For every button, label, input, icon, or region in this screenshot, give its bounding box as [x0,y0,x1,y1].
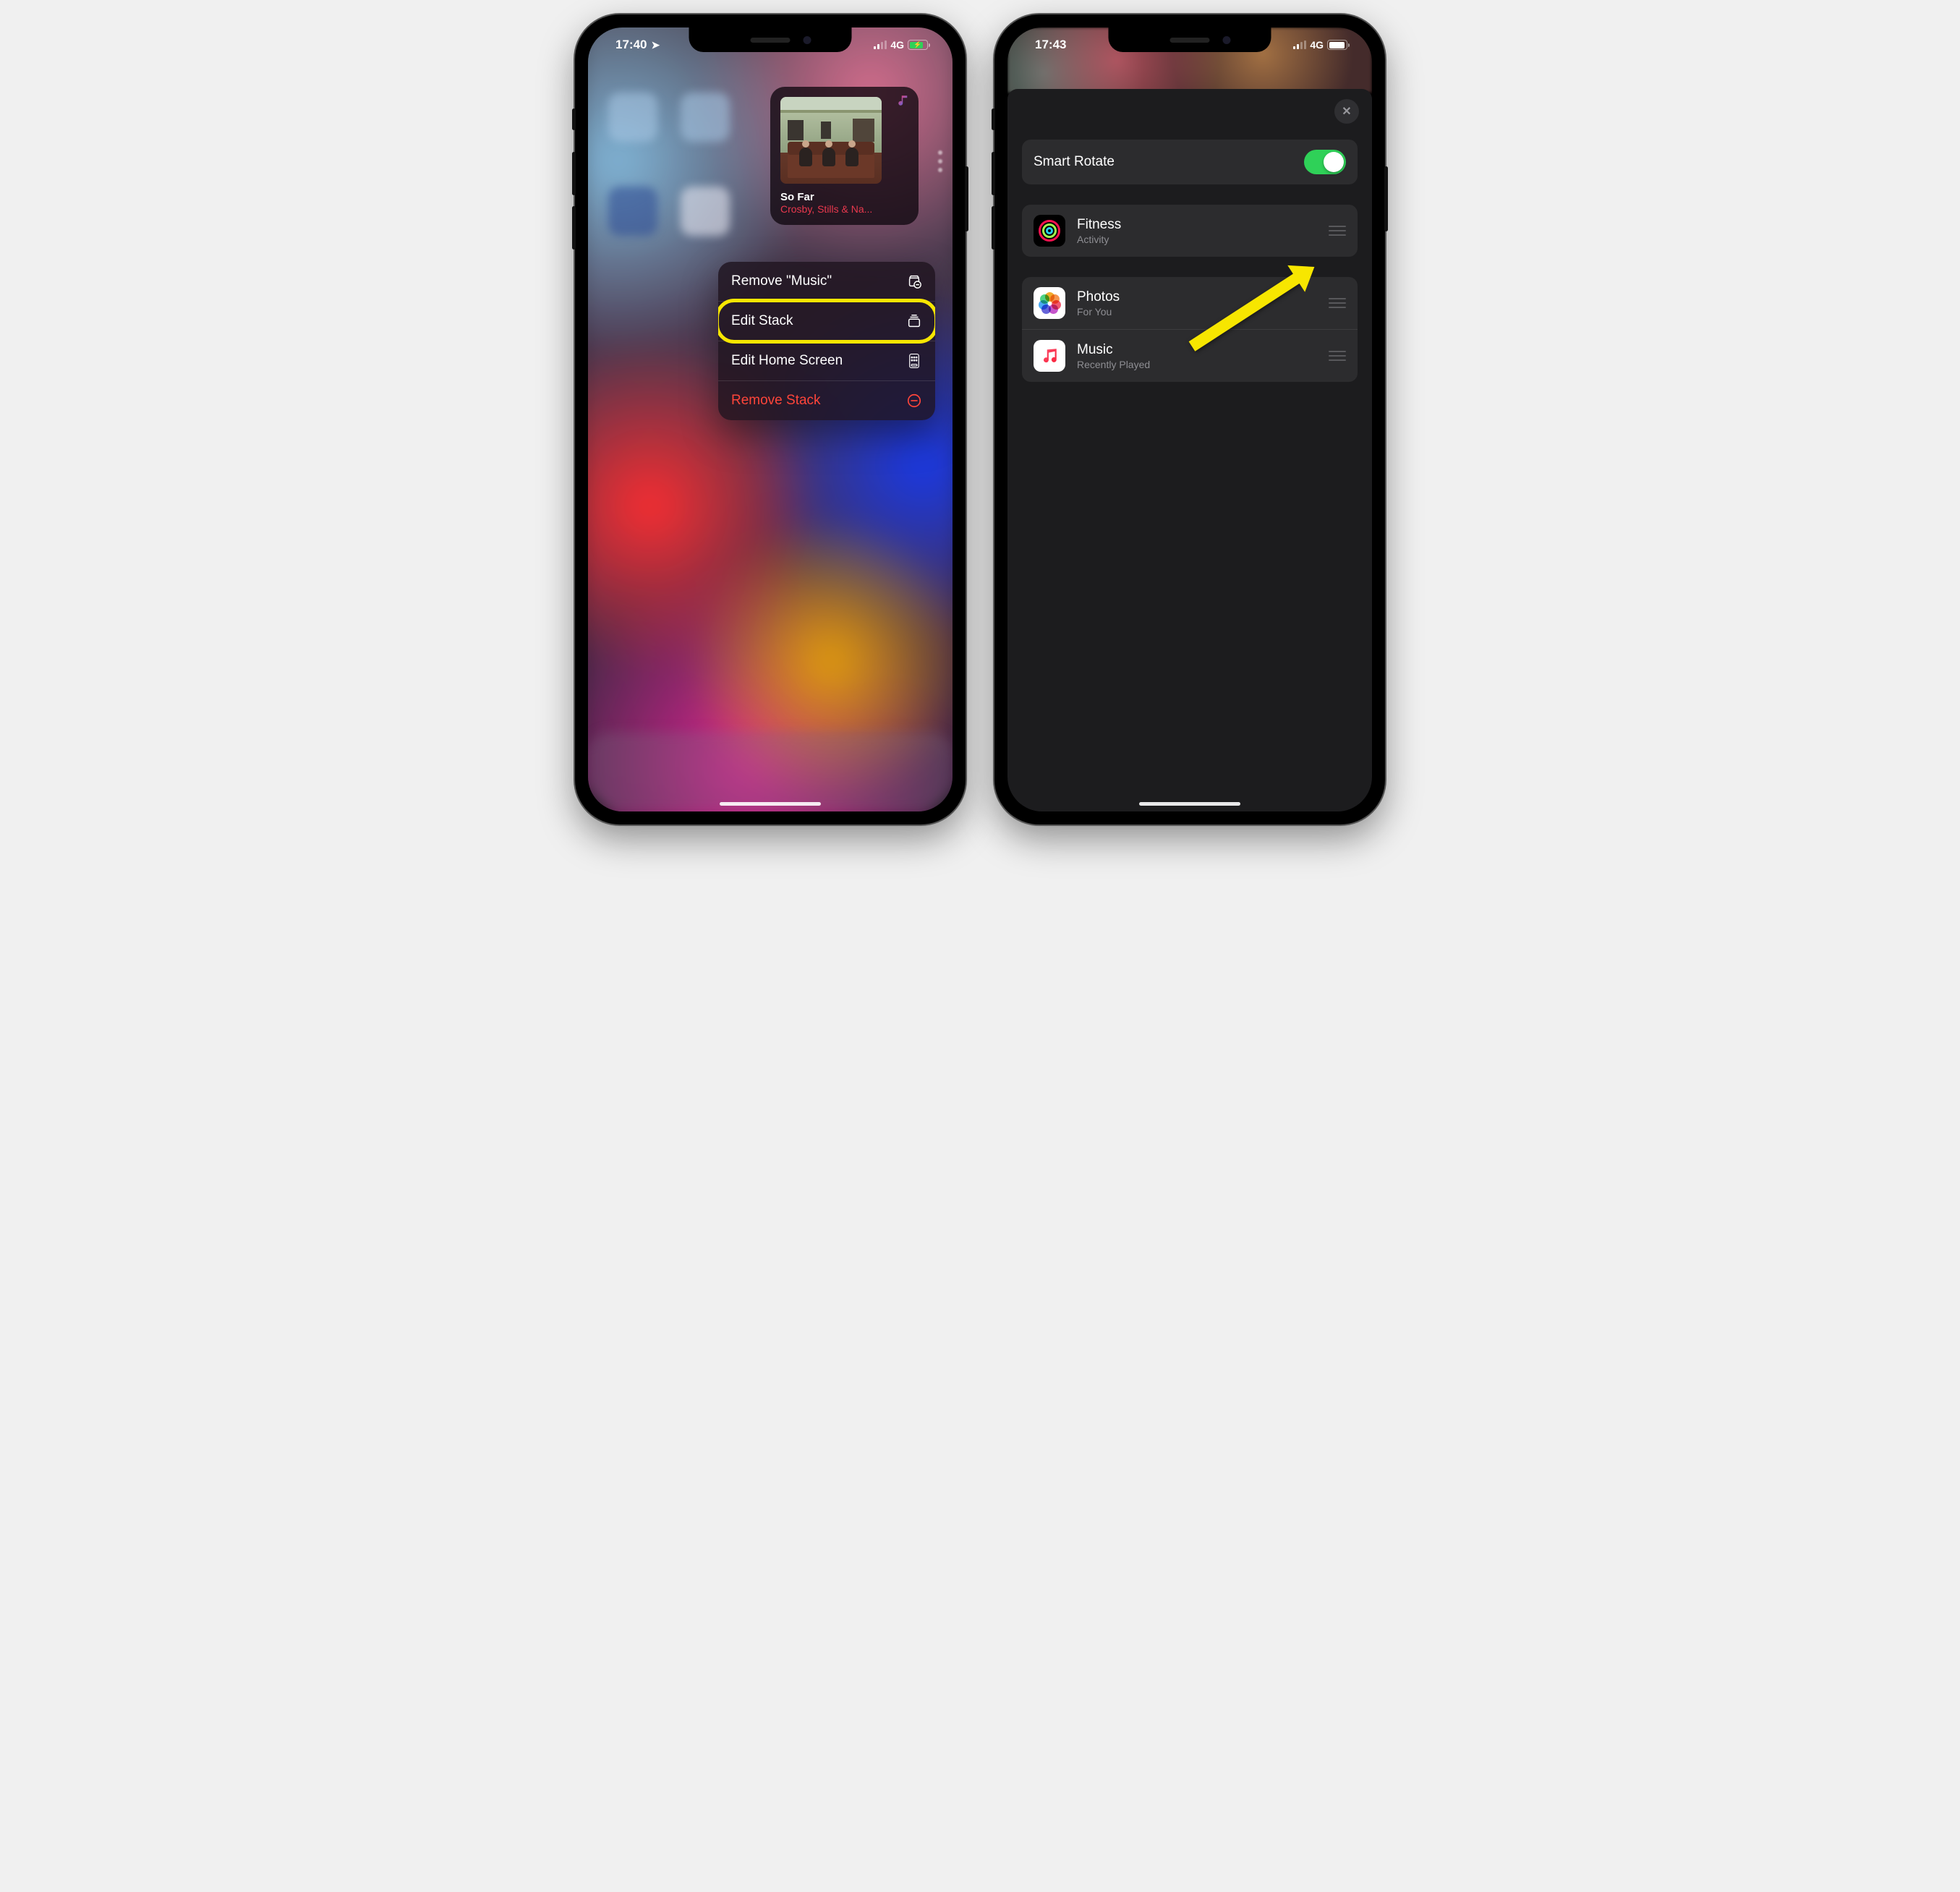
menu-label: Edit Stack [731,313,793,329]
track-title: So Far [780,191,908,203]
menu-remove-music[interactable]: Remove "Music" [718,262,935,302]
network-label: 4G [890,39,904,51]
signal-icon [1293,41,1307,49]
menu-edit-home[interactable]: Edit Home Screen [718,341,935,381]
smart-rotate-row[interactable]: Smart Rotate [1022,140,1358,184]
drag-handle-icon[interactable] [1329,298,1346,309]
edit-stack-sheet: ✕ Smart Rotate Fitness Activity [1007,89,1372,811]
music-icon [1034,340,1065,372]
drag-handle-icon[interactable] [1329,226,1346,236]
home-indicator[interactable] [1139,802,1240,806]
phone-right: 17:43 4G ✕ Smart Rotate [994,14,1385,824]
stack-item-fitness[interactable]: Fitness Activity [1022,205,1358,257]
homescreen-icon [906,353,922,369]
menu-edit-stack[interactable]: Edit Stack [718,302,935,341]
music-widget[interactable]: So Far Crosby, Stills & Na... [770,87,919,225]
status-time: 17:43 [1035,38,1066,52]
stack-icon [906,313,922,329]
remove-widget-icon [906,273,922,289]
music-app-icon [897,94,910,111]
signal-icon [874,41,887,49]
menu-remove-stack[interactable]: Remove Stack [718,381,935,420]
drag-handle-icon[interactable] [1329,351,1346,362]
context-menu: Remove "Music" Edit Stack Edit Home Scre… [718,262,935,420]
network-label: 4G [1310,39,1324,51]
item-sub: Recently Played [1077,359,1317,370]
menu-label: Edit Home Screen [731,353,843,369]
close-button[interactable]: ✕ [1334,99,1359,124]
minus-circle-icon [906,393,922,409]
smart-rotate-switch[interactable] [1304,150,1346,174]
item-name: Fitness [1077,217,1317,233]
status-time: 17:40 [615,38,647,52]
fitness-group: Fitness Activity [1022,205,1358,257]
item-sub: For You [1077,306,1317,318]
stack-page-dots [938,150,942,172]
notch [1109,27,1271,52]
track-artist: Crosby, Stills & Na... [780,203,903,215]
location-icon: ➤ [651,39,660,51]
menu-label: Remove "Music" [731,273,832,289]
fitness-icon [1034,215,1065,247]
close-icon: ✕ [1342,104,1351,119]
photos-icon [1034,287,1065,319]
smart-rotate-group: Smart Rotate [1022,140,1358,184]
stack-item-music[interactable]: Music Recently Played [1022,330,1358,382]
item-sub: Activity [1077,234,1317,245]
phone-left: 17:40 ➤ 4G ⚡ So Far Crosby, Stills & Na.… [575,14,966,824]
home-indicator[interactable] [720,802,821,806]
menu-label: Remove Stack [731,393,821,409]
notch [689,27,852,52]
smart-rotate-label: Smart Rotate [1034,154,1292,170]
photos-music-group: Photos For You Music Recently Played [1022,277,1358,382]
battery-icon: ⚡ [908,40,928,50]
battery-icon [1327,40,1347,50]
album-art [780,97,882,184]
